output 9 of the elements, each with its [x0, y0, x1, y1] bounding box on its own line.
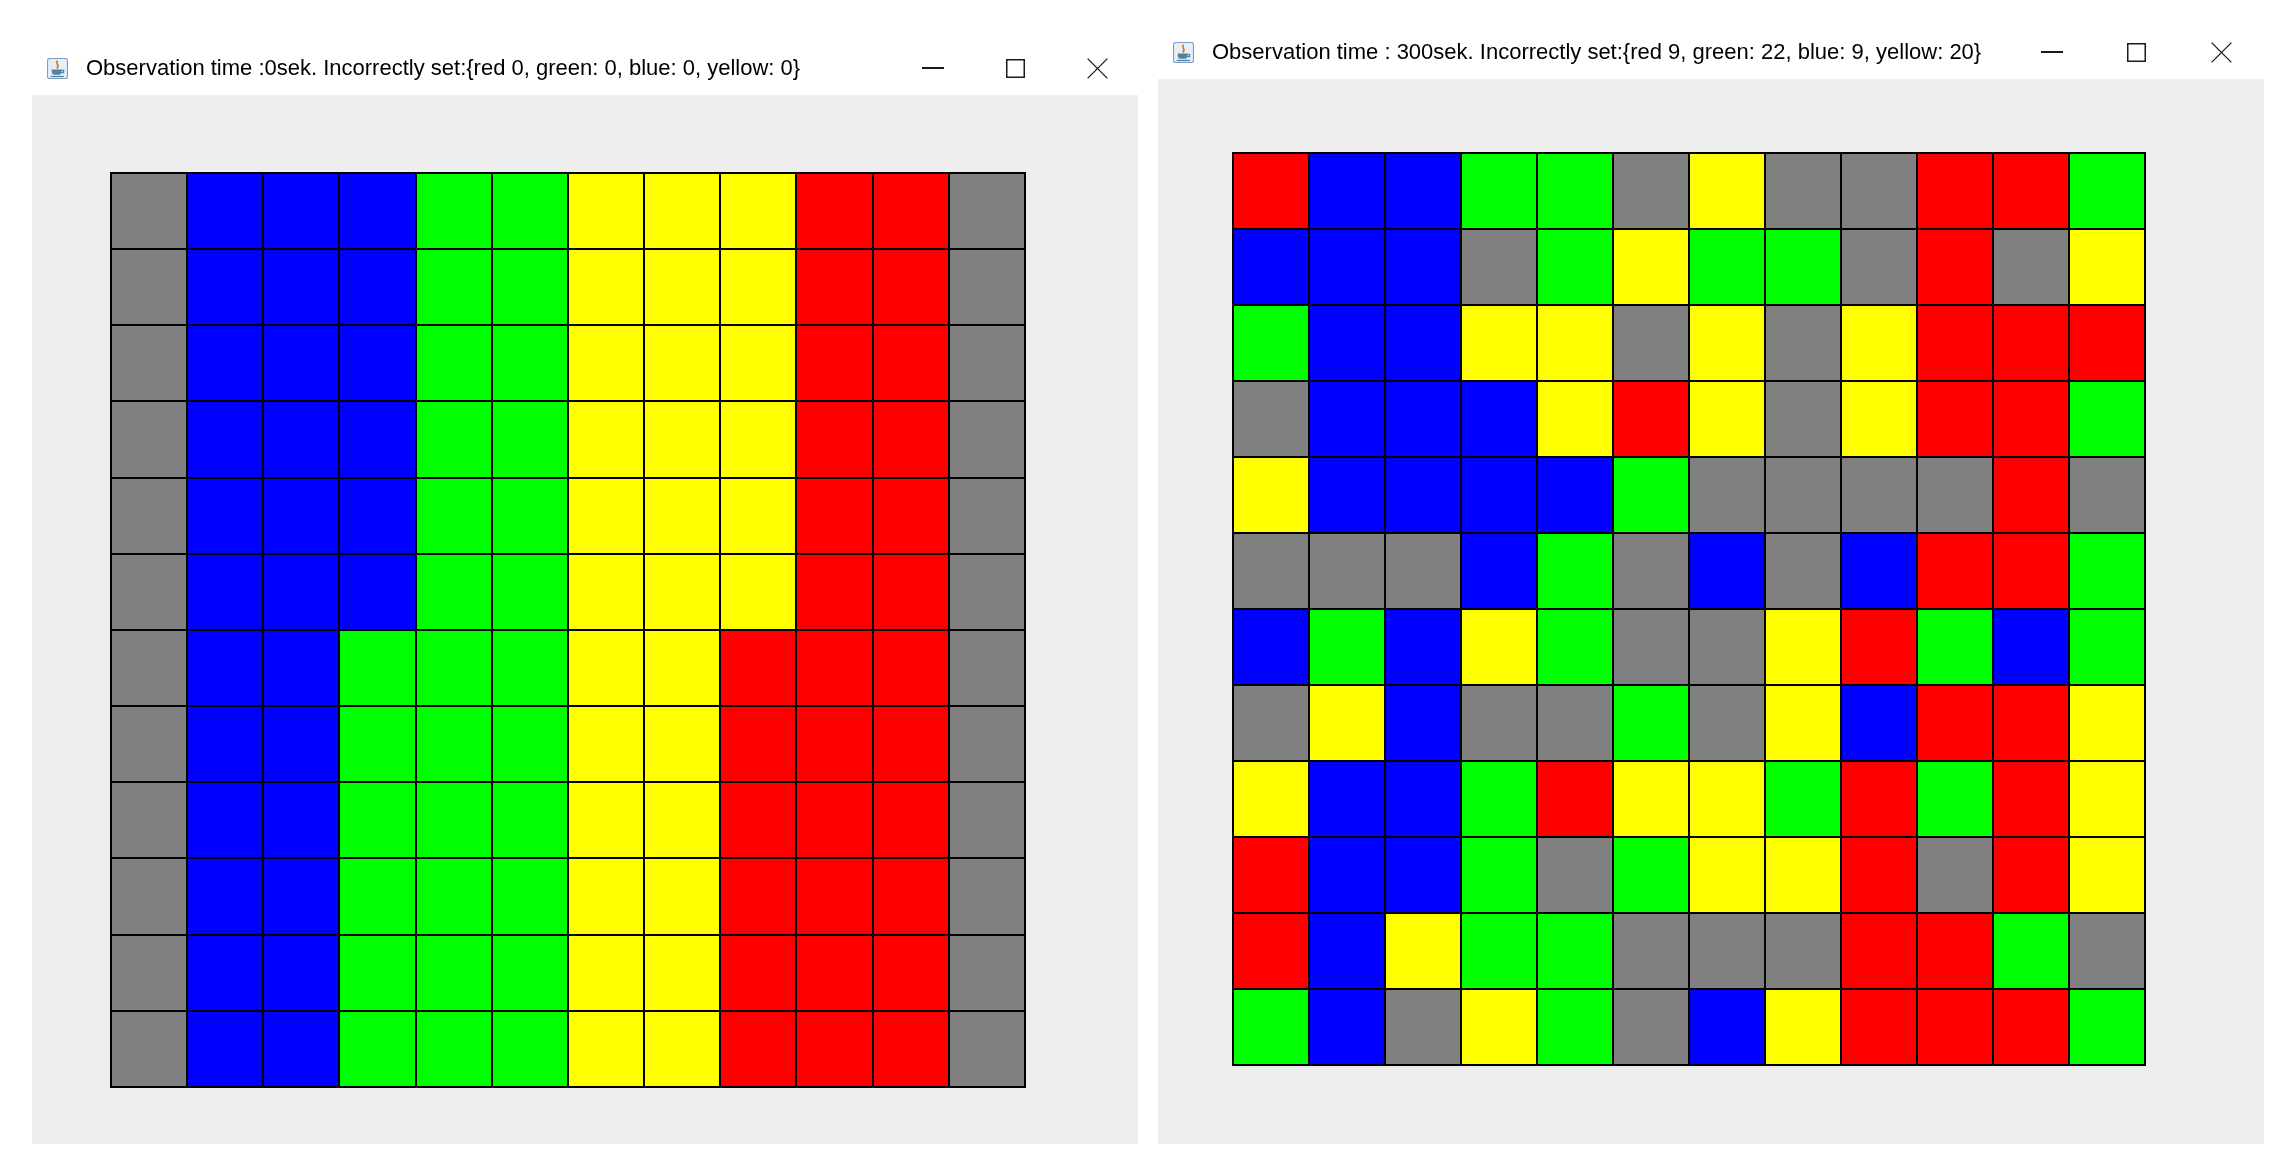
coffee-cup-icon	[1173, 41, 1194, 63]
maximize-icon[interactable]	[2127, 42, 2146, 62]
close-icon[interactable]	[1086, 57, 1108, 79]
coffee-cup-icon	[47, 57, 68, 79]
close-icon[interactable]	[2211, 41, 2232, 63]
window-title: Observation time : 300sek. Incorrectly set:{red 9, green: 22, blue: 9, yellow: 20}	[1212, 39, 1982, 65]
minimize-icon[interactable]	[2040, 51, 2063, 53]
window-title: Observation time :0sek. Incorrectly set:{red 0, green: 0, blue: 0, yellow: 0}	[86, 55, 801, 81]
maximize-icon[interactable]	[1005, 58, 1025, 78]
